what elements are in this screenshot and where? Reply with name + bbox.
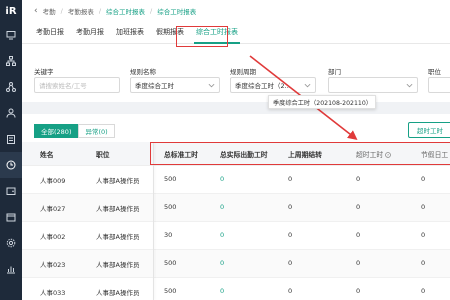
breadcrumb-separator: / <box>98 7 102 15</box>
section-divider <box>22 102 450 114</box>
cell-name: 人事002 <box>40 233 66 241</box>
breadcrumb-current: 综合工时报表 <box>157 8 197 16</box>
table-row[interactable]: 人事002 人事部A操作员 30 0 0 0 0 <box>22 222 450 250</box>
period-select[interactable]: 季度综合工时（2... <box>230 77 316 93</box>
cell-name: 人事033 <box>40 289 66 297</box>
cell-over: 0 <box>356 203 361 211</box>
breadcrumb: ‹ 考勤 / 考勤报表 / 综合工时报表 / 综合工时报表 <box>22 0 450 22</box>
period-label: 规则周期 <box>230 68 256 76</box>
breadcrumb-separator: / <box>150 7 153 15</box>
cell-pos: 人事部A操作员 <box>96 261 140 269</box>
breadcrumb-item[interactable]: 综合工时报表 <box>106 6 145 16</box>
col-name[interactable]: 姓名 <box>40 149 54 159</box>
cell-actual[interactable]: 0 <box>220 287 224 295</box>
settings-icon[interactable] <box>0 230 22 256</box>
rule-select[interactable]: 季度综合工时 <box>130 77 220 93</box>
back-chevron-icon[interactable]: ‹ <box>34 6 38 16</box>
report-tabs: 考勤日报 考勤月报 加班报表 假期报表 综合工时报表 <box>22 22 450 44</box>
cell-actual[interactable]: 0 <box>220 231 224 239</box>
cell-carry: 0 <box>288 203 293 211</box>
cell-name: 人事023 <box>40 261 66 269</box>
clipboard-icon[interactable] <box>0 126 22 152</box>
cell-std: 500 <box>164 203 177 211</box>
keyword-label: 关键字 <box>34 68 54 76</box>
cell-carry: 0 <box>288 259 293 267</box>
keyword-input[interactable]: 请搜索姓名/工号 <box>34 77 120 93</box>
cell-over: 0 <box>356 287 361 295</box>
org-chart-icon[interactable] <box>0 48 22 74</box>
annotation-tab-highlight <box>176 26 228 47</box>
filter-all[interactable]: 全部(280) <box>34 124 79 138</box>
table-row[interactable]: 人事033 人事部A操作员 500 0 0 0 0 <box>22 278 450 300</box>
cell-hol: 0 <box>421 287 426 295</box>
dept-label: 部门 <box>328 68 341 76</box>
cell-std: 500 <box>164 175 177 183</box>
cell-hol: 0 <box>421 259 426 267</box>
tab-monthly[interactable]: 考勤月报 <box>70 27 110 43</box>
cell-pos: 人事部A操作员 <box>96 233 140 241</box>
cell-pos: 人事部A操作员 <box>96 205 140 213</box>
filter-abnormal[interactable]: 异常(0) <box>78 124 115 138</box>
frozen-column-divider <box>153 142 154 300</box>
status-filter: 全部(280) 异常(0) <box>34 124 115 138</box>
cell-hol: 0 <box>421 175 426 183</box>
annotation-header-highlight <box>150 142 450 165</box>
cell-std: 30 <box>164 231 173 239</box>
overtime-report-button[interactable]: 超时工时 <box>408 122 450 138</box>
table-row[interactable]: 人事023 人事部A操作员 500 0 0 0 0 <box>22 250 450 278</box>
cell-name: 人事027 <box>40 205 66 213</box>
chart-icon[interactable] <box>0 256 22 282</box>
left-sidebar: iR <box>0 0 22 300</box>
table-row[interactable]: 人事027 人事部A操作员 500 0 0 0 0 <box>22 194 450 222</box>
cell-std: 500 <box>164 259 177 267</box>
wallet-icon[interactable] <box>0 178 22 204</box>
breadcrumb-item[interactable]: 考勤 <box>43 6 56 16</box>
calendar-icon[interactable] <box>0 204 22 230</box>
app-logo: iR <box>5 5 17 17</box>
rule-label: 规则名称 <box>130 68 156 76</box>
cell-actual[interactable]: 0 <box>220 175 224 183</box>
filter-bar: 关键字 请搜索姓名/工号 规则名称 季度综合工时 规则周期 季度综合工时（2..… <box>22 60 450 100</box>
network-icon[interactable] <box>0 74 22 100</box>
breadcrumb-separator: / <box>60 7 63 15</box>
position-select[interactable] <box>428 77 450 93</box>
tab-daily[interactable]: 考勤日报 <box>30 27 70 43</box>
cell-std: 500 <box>164 287 177 295</box>
period-dropdown-option[interactable]: 季度综合工时（202108-202110） <box>268 95 376 109</box>
chevron-down-icon <box>304 83 311 88</box>
chevron-down-icon <box>208 83 215 88</box>
position-label: 职位 <box>428 68 441 76</box>
cell-over: 0 <box>356 259 361 267</box>
cell-carry: 0 <box>288 175 293 183</box>
cell-hol: 0 <box>421 231 426 239</box>
rule-select-value: 季度综合工时 <box>135 82 174 90</box>
tab-overtime[interactable]: 加班报表 <box>110 27 150 43</box>
breadcrumb-item[interactable]: 考勤报表 <box>68 6 94 16</box>
cell-pos: 人事部A操作员 <box>96 289 140 297</box>
period-select-value: 季度综合工时（2... <box>235 82 291 90</box>
clock-icon[interactable] <box>0 152 22 178</box>
cell-name: 人事009 <box>40 177 66 185</box>
chevron-down-icon <box>406 83 413 88</box>
hours-table: 姓名 职位 总标准工时 总实际出勤工时 上周期结转 超时工时 ? 节假日工 人事… <box>22 142 450 300</box>
cell-carry: 0 <box>288 231 293 239</box>
cell-over: 0 <box>356 175 361 183</box>
person-icon[interactable] <box>0 100 22 126</box>
cell-actual[interactable]: 0 <box>220 203 224 211</box>
cell-hol: 0 <box>421 203 426 211</box>
cell-pos: 人事部A操作员 <box>96 177 140 185</box>
monitor-icon[interactable] <box>0 22 22 48</box>
table-row[interactable]: 人事009 人事部A操作员 500 0 0 0 0 <box>22 166 450 194</box>
dept-select[interactable] <box>328 77 418 93</box>
cell-over: 0 <box>356 231 361 239</box>
col-position[interactable]: 职位 <box>96 149 110 159</box>
cell-carry: 0 <box>288 287 293 295</box>
cell-actual[interactable]: 0 <box>220 259 224 267</box>
